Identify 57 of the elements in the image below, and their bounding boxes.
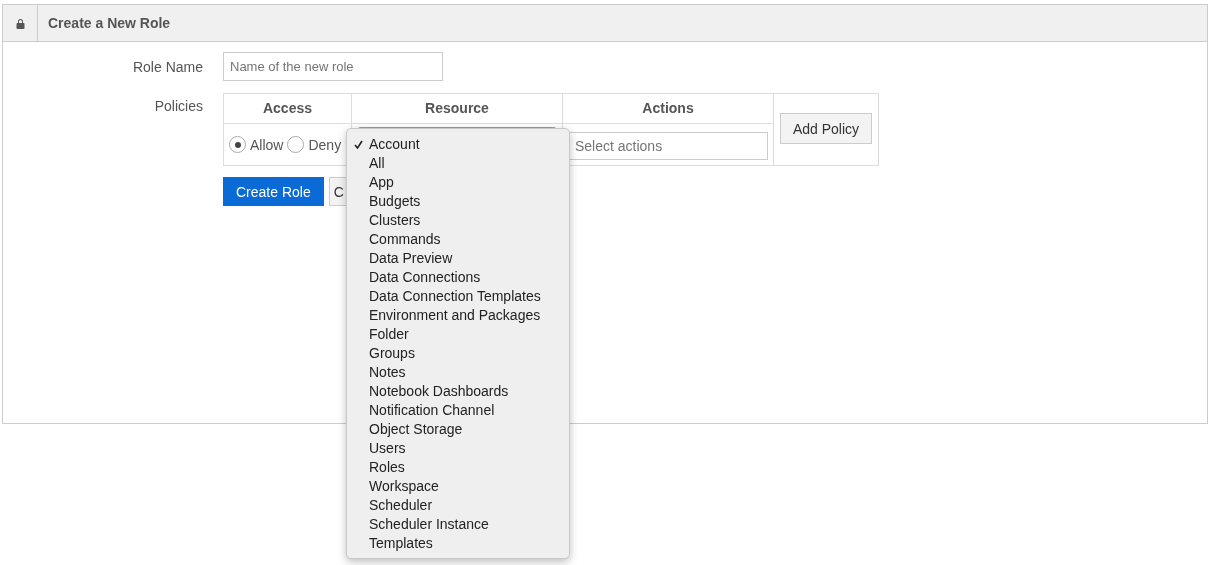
menu-item[interactable]: Object Storage [347, 420, 569, 439]
menu-item-label: Scheduler [369, 497, 433, 513]
menu-item[interactable]: Folder [347, 325, 569, 344]
menu-item-label: Roles [369, 459, 405, 475]
menu-item[interactable]: Roles [347, 458, 569, 477]
menu-item[interactable]: Scheduler Instance [347, 515, 569, 534]
menu-item-label: Scheduler Instance [369, 516, 489, 532]
menu-item[interactable]: Scheduler [347, 496, 569, 515]
menu-item[interactable]: Users [347, 439, 569, 458]
menu-item[interactable]: Groups [347, 344, 569, 363]
menu-item-label: Templates [369, 535, 433, 551]
radio-option[interactable]: Deny [287, 136, 342, 153]
menu-item-label: Notebook Dashboards [369, 383, 509, 399]
menu-item-label: Environment and Packages [369, 307, 541, 323]
menu-item[interactable]: Notebook Dashboards [347, 382, 569, 401]
menu-item-label: Workspace [369, 478, 439, 494]
column-header: Access [224, 94, 351, 124]
menu-item[interactable]: Data Connections [347, 268, 569, 287]
menu-item[interactable]: Commands [347, 230, 569, 249]
menu-item-label: Commands [369, 231, 441, 247]
menu-item-label: Data Connection Templates [369, 288, 541, 304]
actions-field[interactable]: Select actions [568, 131, 768, 160]
menu-item[interactable]: Workspace [347, 477, 569, 496]
menu-item-label: Budgets [369, 193, 421, 209]
menu-item-label: All [369, 155, 385, 171]
add-policy-button[interactable]: Add Policy [779, 113, 873, 144]
radio-button[interactable] [229, 136, 246, 153]
field-label: Policies [153, 97, 204, 116]
menu-item-label: Groups [369, 345, 415, 361]
field-label: Role Name [131, 58, 204, 77]
role-name-field[interactable]: Name of the new role [223, 52, 443, 81]
menu-item[interactable]: Data Connection Templates [347, 287, 569, 306]
menu-item[interactable]: Account [347, 135, 569, 154]
menu-item-label: Folder [369, 326, 409, 342]
menu-item-label: Users [369, 440, 406, 456]
menu-item[interactable]: Templates [347, 534, 569, 553]
menu-item-label: Clusters [369, 212, 421, 228]
menu-item[interactable]: Notification Channel [347, 401, 569, 420]
menu-item-label: App [369, 174, 394, 190]
radio-option[interactable]: Allow [229, 136, 284, 153]
column-header: Resource [352, 94, 562, 124]
menu-item-label: Notes [369, 364, 406, 380]
column-header: Actions [563, 94, 773, 124]
radio-button[interactable] [287, 136, 305, 153]
menu-item-label: Object Storage [369, 421, 463, 437]
panel-title: Create a New Role [48, 15, 171, 31]
lock-icon [15, 17, 25, 29]
menu-item[interactable]: All [347, 154, 569, 173]
menu-item[interactable]: Notes [347, 363, 569, 382]
menu-item[interactable]: Clusters [347, 211, 569, 230]
menu-item-label: Notification Channel [369, 402, 495, 418]
create-role-button[interactable]: Create Role [223, 177, 324, 206]
menu-item[interactable]: Data Preview [347, 249, 569, 268]
menu-item-label: Account [369, 136, 420, 152]
menu-item[interactable]: Environment and Packages [347, 306, 569, 325]
menu-item-label: Data Preview [369, 250, 453, 266]
menu-item-label: Data Connections [369, 269, 481, 285]
